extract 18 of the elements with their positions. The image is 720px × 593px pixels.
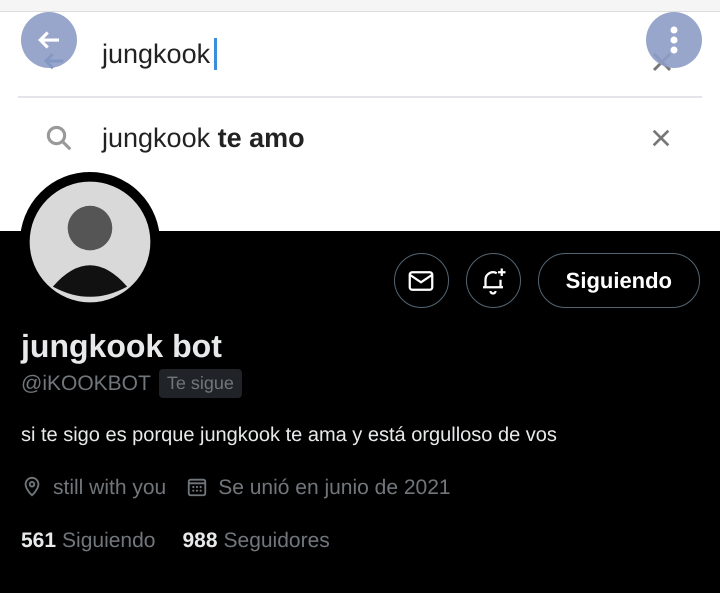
follows-you-badge: Te sigue	[158, 369, 242, 398]
search-icon	[44, 123, 74, 153]
text-cursor	[214, 38, 218, 70]
calendar-icon	[186, 476, 208, 498]
profile-handle: @iKOOKBOT	[21, 371, 151, 397]
join-date: Se unió en junio de 2021	[218, 474, 451, 500]
profile-name: jungkook bot	[21, 327, 223, 366]
profile-location: still with you	[53, 474, 166, 500]
following-button[interactable]: Siguiendo	[538, 253, 700, 308]
more-icon	[670, 26, 678, 54]
search-suggestion: jungkook te amo	[102, 122, 305, 155]
profile-stat-link[interactable]: 561 Siguiendo	[21, 525, 156, 556]
notifications-button[interactable]	[466, 253, 521, 308]
profile-stat-link[interactable]: 988 Seguidores	[182, 525, 330, 556]
message-button[interactable]	[394, 253, 449, 308]
search-text: jungkook	[102, 38, 210, 71]
close-icon	[650, 127, 672, 149]
profile-bio: si te sigo es porque jungkook te ama y está orgulloso de vos	[21, 422, 558, 448]
